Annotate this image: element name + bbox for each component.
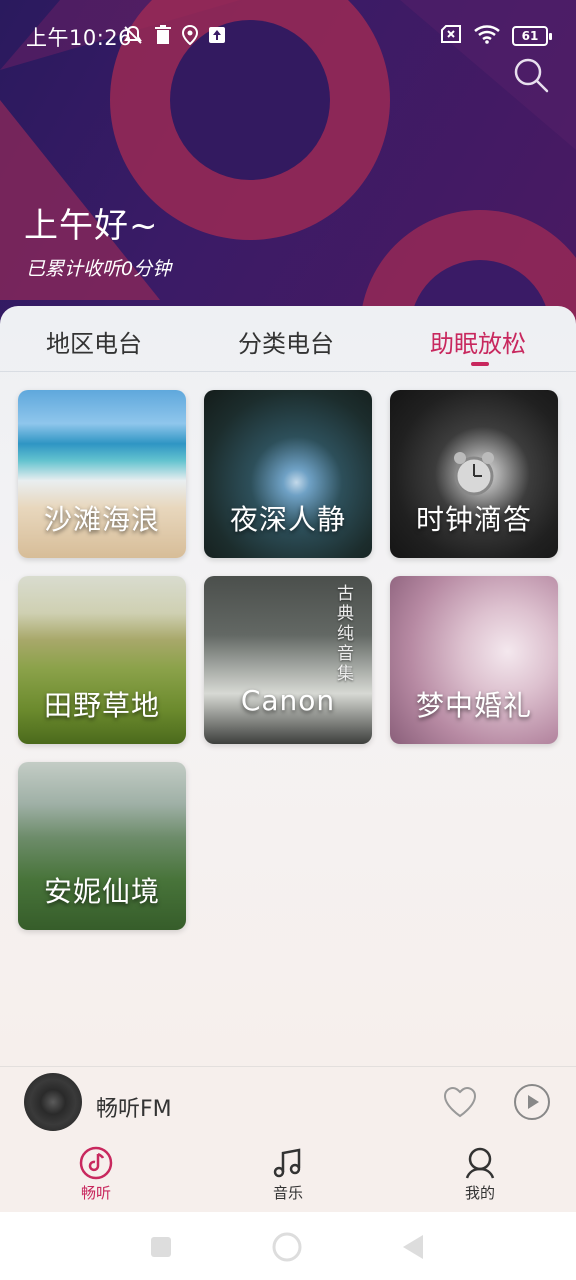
card-meadow[interactable]: 田野草地: [18, 576, 186, 744]
card-annie-wonderland[interactable]: 安妮仙境: [18, 762, 186, 930]
trash-icon: [154, 25, 172, 45]
album-disc[interactable]: [24, 1073, 82, 1131]
user-icon: [465, 1147, 495, 1179]
card-label: Canon: [240, 684, 336, 717]
tab-bar: 地区电台 分类电台 助眠放松: [0, 306, 576, 372]
listen-time-stat: 已累计收听0分钟: [26, 258, 172, 280]
card-beach-waves[interactable]: 沙滩海浪: [18, 390, 186, 558]
circle-icon: [272, 1232, 302, 1262]
player-title: 畅听FM: [96, 1097, 172, 1122]
card-label: 夜深人静: [229, 503, 346, 536]
sim-off-icon: [440, 25, 462, 47]
greeting-text: 上午好~: [24, 206, 159, 246]
status-bar: 上午10:26 61: [0, 0, 576, 72]
card-quiet-night[interactable]: 夜深人静: [204, 390, 372, 558]
search-button[interactable]: [512, 56, 550, 94]
card-label: 安妮仙境: [43, 875, 160, 908]
card-clock-ticking[interactable]: 时钟滴答: [390, 390, 558, 558]
music-note-icon: [273, 1148, 301, 1178]
triangle-back-icon: [403, 1235, 423, 1259]
square-icon: [151, 1237, 171, 1257]
nav-mine[interactable]: 我的: [440, 1146, 520, 1203]
nav-label: 畅听: [80, 1184, 111, 1202]
tab-sleep-relax[interactable]: 助眠放松: [430, 324, 526, 359]
system-nav-bar: [0, 1212, 576, 1280]
home-button[interactable]: [272, 1232, 302, 1262]
tab-indicator: [471, 362, 489, 366]
heart-icon: [443, 1086, 477, 1118]
location-icon: [182, 25, 198, 45]
play-icon: [514, 1084, 550, 1120]
music-disc-icon: [79, 1146, 113, 1180]
mini-player[interactable]: 畅听FM: [0, 1066, 576, 1138]
tab-region-radio[interactable]: 地区电台: [46, 324, 142, 359]
battery-icon: 61: [512, 26, 552, 46]
card-dream-wedding[interactable]: 梦中婚礼: [390, 576, 558, 744]
status-time: 上午10:26: [26, 26, 133, 50]
card-label: 沙滩海浪: [43, 503, 160, 536]
card-subtitle: 古典纯音集: [333, 584, 353, 684]
bottom-nav: 畅听 音乐 我的: [0, 1138, 576, 1212]
back-button[interactable]: [398, 1232, 428, 1262]
nav-listen[interactable]: 畅听: [56, 1146, 136, 1203]
tab-category-radio[interactable]: 分类电台: [238, 324, 334, 359]
play-button[interactable]: [513, 1083, 551, 1121]
card-canon[interactable]: 古典纯音集 Canon: [204, 576, 372, 744]
notifications-off-icon: [122, 24, 144, 46]
search-icon: [514, 58, 549, 93]
upload-icon: [208, 26, 226, 44]
card-label: 时钟滴答: [415, 503, 532, 536]
nav-label: 音乐: [272, 1184, 303, 1202]
header-banner: 上午10:26 61 上午好~ 已累计收听0分钟: [0, 0, 576, 330]
recent-apps-button[interactable]: [146, 1232, 176, 1262]
nav-music[interactable]: 音乐: [248, 1146, 328, 1203]
wifi-icon: [474, 24, 500, 48]
alarm-clock-icon: [454, 452, 494, 496]
content-sheet: 地区电台 分类电台 助眠放松 沙滩海浪 夜深人静 时钟滴答 田野草地 古典纯音集…: [0, 306, 576, 1066]
favorite-button[interactable]: [442, 1085, 478, 1119]
nav-label: 我的: [464, 1184, 495, 1202]
card-label: 田野草地: [43, 689, 160, 722]
card-label: 梦中婚礼: [415, 689, 532, 722]
